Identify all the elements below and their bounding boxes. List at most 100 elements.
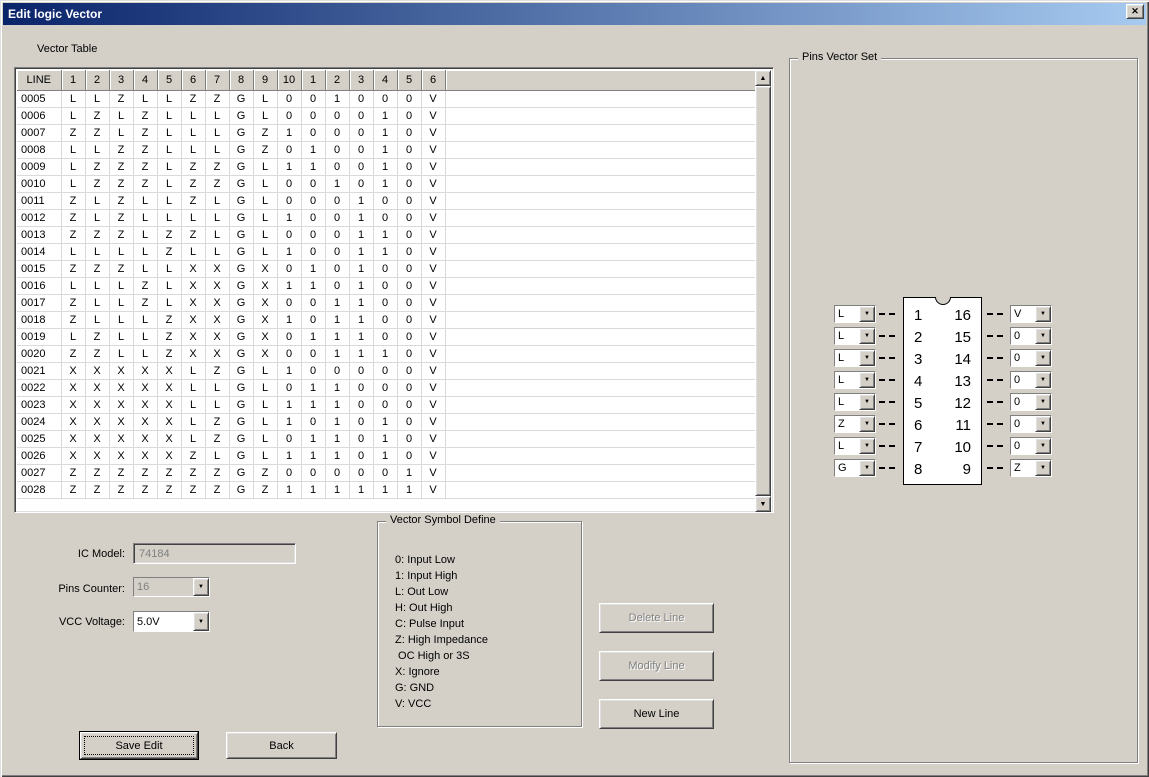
pin-1-combo[interactable]: L▼ bbox=[834, 305, 876, 323]
table-row[interactable]: 0017ZLLZLXXGX001100V bbox=[17, 294, 757, 311]
table-row[interactable]: 0013ZZZLZZLGL000110V bbox=[17, 226, 757, 243]
chevron-down-icon[interactable]: ▼ bbox=[1035, 394, 1051, 410]
vector-value-cell: 0 bbox=[397, 90, 421, 107]
vector-value-cell: 0 bbox=[277, 226, 301, 243]
vector-value-cell: L bbox=[205, 107, 229, 124]
pin-4-combo[interactable]: L▼ bbox=[834, 371, 876, 389]
table-row[interactable]: 0008LLZZLLLGZ010010V bbox=[17, 141, 757, 158]
pin-14-combo[interactable]: 0▼ bbox=[1010, 349, 1052, 367]
table-row[interactable]: 0026XXXXXZLGL111010V bbox=[17, 447, 757, 464]
vcc-voltage-label: VCC Voltage: bbox=[30, 616, 125, 628]
chevron-down-icon[interactable]: ▼ bbox=[859, 350, 875, 366]
vector-value-cell: X bbox=[61, 362, 85, 379]
close-button[interactable]: ✕ bbox=[1126, 4, 1144, 19]
table-row[interactable]: 0018ZLLLZXXGX101100V bbox=[17, 311, 757, 328]
pin-number: 1 bbox=[914, 305, 922, 327]
vector-value-cell: X bbox=[205, 260, 229, 277]
pin-3-combo[interactable]: L▼ bbox=[834, 349, 876, 367]
modify-line-button[interactable]: Modify Line bbox=[599, 651, 714, 681]
chevron-down-icon[interactable]: ▼ bbox=[1035, 416, 1051, 432]
pin-8-combo[interactable]: G▼ bbox=[834, 459, 876, 477]
row-filler-cell bbox=[445, 311, 757, 328]
vector-value-cell: L bbox=[157, 294, 181, 311]
vector-value-cell: Z bbox=[85, 481, 109, 498]
pin-row: L▼ bbox=[834, 437, 902, 455]
chevron-down-icon[interactable]: ▼ bbox=[859, 438, 875, 454]
chevron-down-icon[interactable]: ▼ bbox=[859, 328, 875, 344]
scrollbar-thumb[interactable] bbox=[755, 86, 771, 496]
back-button[interactable]: Back bbox=[226, 732, 337, 759]
table-row[interactable]: 0006LZLZLLLGL000010V bbox=[17, 107, 757, 124]
chevron-down-icon[interactable]: ▼ bbox=[1035, 372, 1051, 388]
column-header: 5 bbox=[157, 70, 181, 90]
pin-13-combo[interactable]: 0▼ bbox=[1010, 371, 1052, 389]
table-row[interactable]: 0022XXXXXLLGL011000V bbox=[17, 379, 757, 396]
window-title: Edit logic Vector bbox=[3, 7, 102, 21]
pin-15-combo[interactable]: 0▼ bbox=[1010, 327, 1052, 345]
chevron-down-icon[interactable]: ▼ bbox=[859, 460, 875, 476]
pin-value: 0 bbox=[1011, 416, 1035, 432]
vector-value-cell: Z bbox=[253, 124, 277, 141]
chevron-down-icon[interactable]: ▼ bbox=[859, 416, 875, 432]
vector-value-cell: 0 bbox=[301, 90, 325, 107]
chevron-down-icon[interactable]: ▼ bbox=[1035, 306, 1051, 322]
table-row[interactable]: 0020ZZLLZXXGX001110V bbox=[17, 345, 757, 362]
pins-counter-combo[interactable]: 16 ▼ bbox=[133, 577, 210, 597]
table-row[interactable]: 0025XXXXXLZGL011010V bbox=[17, 430, 757, 447]
vector-table-label: Vector Table bbox=[37, 43, 97, 55]
pin-2-combo[interactable]: L▼ bbox=[834, 327, 876, 345]
pin-7-combo[interactable]: L▼ bbox=[834, 437, 876, 455]
chevron-down-icon[interactable]: ▼ bbox=[859, 394, 875, 410]
table-row[interactable]: 0007ZZLZLLLGZ100010V bbox=[17, 124, 757, 141]
vcc-voltage-combo[interactable]: 5.0V ▼ bbox=[133, 611, 210, 632]
table-row[interactable]: 0014LLLLZLLGL100110V bbox=[17, 243, 757, 260]
chevron-down-icon[interactable]: ▼ bbox=[859, 372, 875, 388]
vector-value-cell: 0 bbox=[277, 90, 301, 107]
pin-10-combo[interactable]: 0▼ bbox=[1010, 437, 1052, 455]
ic-model-field[interactable]: 74184 bbox=[133, 543, 296, 564]
chevron-down-icon[interactable]: ▼ bbox=[859, 306, 875, 322]
table-row[interactable]: 0011ZLZLLZLGL000100V bbox=[17, 192, 757, 209]
chevron-down-icon[interactable]: ▼ bbox=[1035, 328, 1051, 344]
pin-11-combo[interactable]: 0▼ bbox=[1010, 415, 1052, 433]
new-line-button[interactable]: New Line bbox=[599, 699, 714, 729]
table-row[interactable]: 0005LLZLLZZGL001000V bbox=[17, 90, 757, 107]
pin-16-combo[interactable]: V▼ bbox=[1010, 305, 1052, 323]
chip-left-numbers: 12345678 bbox=[914, 305, 922, 481]
chevron-down-icon[interactable]: ▼ bbox=[1035, 438, 1051, 454]
table-row[interactable]: 0012ZLZLLLLGL100100V bbox=[17, 209, 757, 226]
table-row[interactable]: 0021XXXXXLZGL100000V bbox=[17, 362, 757, 379]
table-row[interactable]: 0019LZLLZXXGX011100V bbox=[17, 328, 757, 345]
table-row[interactable]: 0027ZZZZZZZGZ000001V bbox=[17, 464, 757, 481]
vcc-voltage-value: 5.0V bbox=[134, 612, 193, 631]
vector-value-cell: 1 bbox=[373, 243, 397, 260]
vector-value-cell: Z bbox=[253, 464, 277, 481]
save-edit-button[interactable]: Save Edit bbox=[80, 732, 198, 759]
table-row[interactable]: 0010LZZZLZZGL001010V bbox=[17, 175, 757, 192]
table-row[interactable]: 0009LZZZLZZGL110010V bbox=[17, 158, 757, 175]
vector-value-cell: L bbox=[253, 396, 277, 413]
scroll-up-button[interactable]: ▲ bbox=[755, 70, 771, 86]
vertical-scrollbar[interactable]: ▲ ▼ bbox=[755, 70, 771, 512]
vector-value-cell: L bbox=[181, 430, 205, 447]
pin-lead bbox=[879, 467, 899, 469]
table-row[interactable]: 0023XXXXXLLGL111000V bbox=[17, 396, 757, 413]
pin-9-combo[interactable]: Z▼ bbox=[1010, 459, 1052, 477]
vector-value-cell: L bbox=[253, 243, 277, 260]
vector-value-cell: 0 bbox=[301, 226, 325, 243]
table-row[interactable]: 0028ZZZZZZZGZ111111V bbox=[17, 481, 757, 498]
vector-value-cell: L bbox=[85, 141, 109, 158]
vector-value-cell: 0 bbox=[397, 396, 421, 413]
chevron-down-icon[interactable]: ▼ bbox=[1035, 460, 1051, 476]
pin-6-combo[interactable]: Z▼ bbox=[834, 415, 876, 433]
vector-value-cell: X bbox=[133, 430, 157, 447]
delete-line-button[interactable]: Delete Line bbox=[599, 603, 714, 633]
table-row[interactable]: 0015ZZZLLXXGX010100V bbox=[17, 260, 757, 277]
table-row[interactable]: 0016LLLZLXXGX110100V bbox=[17, 277, 757, 294]
scroll-down-button[interactable]: ▼ bbox=[755, 496, 771, 512]
pin-5-combo[interactable]: L▼ bbox=[834, 393, 876, 411]
chevron-down-icon[interactable]: ▼ bbox=[193, 612, 209, 631]
pin-12-combo[interactable]: 0▼ bbox=[1010, 393, 1052, 411]
chevron-down-icon[interactable]: ▼ bbox=[1035, 350, 1051, 366]
table-row[interactable]: 0024XXXXXLZGL101010V bbox=[17, 413, 757, 430]
